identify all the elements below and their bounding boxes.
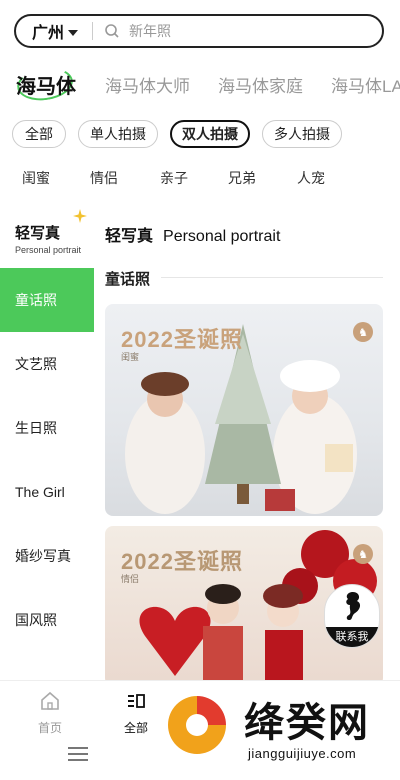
sidebar-item-artsy[interactable]: 文艺照 <box>0 332 94 396</box>
watermark-logo-icon <box>168 696 226 754</box>
sidebar-item-fairytale[interactable]: 童话照 <box>0 268 94 332</box>
sidebar-header[interactable]: 轻写真 Personal portrait <box>15 222 81 255</box>
sidebar-header-subtitle: Personal portrait <box>15 245 82 255</box>
search-input[interactable]: 新年照 <box>129 21 171 41</box>
watermark: 绛癸网 jiangguijiuye.com <box>150 682 400 779</box>
brand-tab-family[interactable]: 海马体家庭 <box>218 72 303 97</box>
home-icon <box>41 691 59 710</box>
subtag-brothers[interactable]: 兄弟 <box>228 168 256 188</box>
card-title: 2022圣诞照 <box>121 327 243 352</box>
brand-tab-haimati[interactable]: 海马体 <box>16 70 76 99</box>
sidebar-item-wedding[interactable]: 婚纱写真 <box>0 524 94 588</box>
sidebar-item-birthday[interactable]: 生日照 <box>0 396 94 460</box>
watermark-text: 绛癸网 <box>244 701 370 745</box>
card-subtitle: 闺蜜 <box>121 352 140 362</box>
sparkle-icon <box>72 208 88 224</box>
search-icon <box>103 22 121 40</box>
sidebar-item-chinese-style[interactable]: 国风照 <box>0 588 94 652</box>
category-chips: 全部 单人拍摄 双人拍摄 多人拍摄 <box>0 120 400 150</box>
card-subtitle: 情侣 <box>121 574 140 584</box>
brand-tabs: 海马体 海马体大师 海马体家庭 海马体LA <box>0 66 400 102</box>
content-title: 轻写真 Personal portrait <box>105 222 280 246</box>
chevron-down-icon <box>68 29 79 36</box>
watermark-url: jiangguijiuye.com <box>248 746 357 761</box>
subtag-parent-child[interactable]: 亲子 <box>160 168 188 188</box>
divider <box>92 22 94 40</box>
chip-single[interactable]: 单人拍摄 <box>78 120 158 148</box>
brand-tab-la[interactable]: 海马体LA <box>331 72 400 97</box>
section-title: 童话照 <box>105 271 151 288</box>
seahorse-icon <box>325 585 379 627</box>
seahorse-logo-icon: ♞ <box>353 544 373 564</box>
sidebar-item-the-girl[interactable]: The Girl <box>0 460 94 524</box>
search-bar[interactable]: 广州 新年照 <box>14 14 384 48</box>
brand-tab-master[interactable]: 海马体大师 <box>105 72 190 97</box>
grid-icon <box>128 694 145 708</box>
chip-double[interactable]: 双人拍摄 <box>170 120 250 148</box>
city-label: 广州 <box>32 25 65 42</box>
chip-all[interactable]: 全部 <box>12 120 66 148</box>
tab-home-label: 首页 <box>37 721 62 735</box>
city-selector[interactable]: 广州 <box>16 19 79 43</box>
sidebar-header-title: 轻写真 <box>15 225 61 242</box>
subtag-couple[interactable]: 情侣 <box>90 168 118 188</box>
subtag-pet[interactable]: 人宠 <box>297 168 325 188</box>
category-sidebar: 轻写真 Personal portrait 童话照 文艺照 生日照 The Gi… <box>0 200 94 680</box>
card-title: 2022圣诞照 <box>121 549 243 574</box>
chip-group[interactable]: 多人拍摄 <box>262 120 342 148</box>
seahorse-logo-icon: ♞ <box>353 322 373 342</box>
sub-tags: 闺蜜 情侣 亲子 兄弟 人宠 <box>0 168 400 188</box>
tab-home[interactable]: 首页 <box>20 691 80 736</box>
subtag-besties[interactable]: 闺蜜 <box>22 168 50 188</box>
section-divider <box>161 277 383 278</box>
product-card[interactable]: 2022圣诞照 闺蜜 ♞ <box>105 304 383 516</box>
menu-icon[interactable] <box>68 747 88 761</box>
content-title-cn: 轻写真 <box>105 228 154 245</box>
contact-button[interactable]: 联系我 <box>324 584 380 648</box>
content-title-en: Personal portrait <box>163 228 281 245</box>
